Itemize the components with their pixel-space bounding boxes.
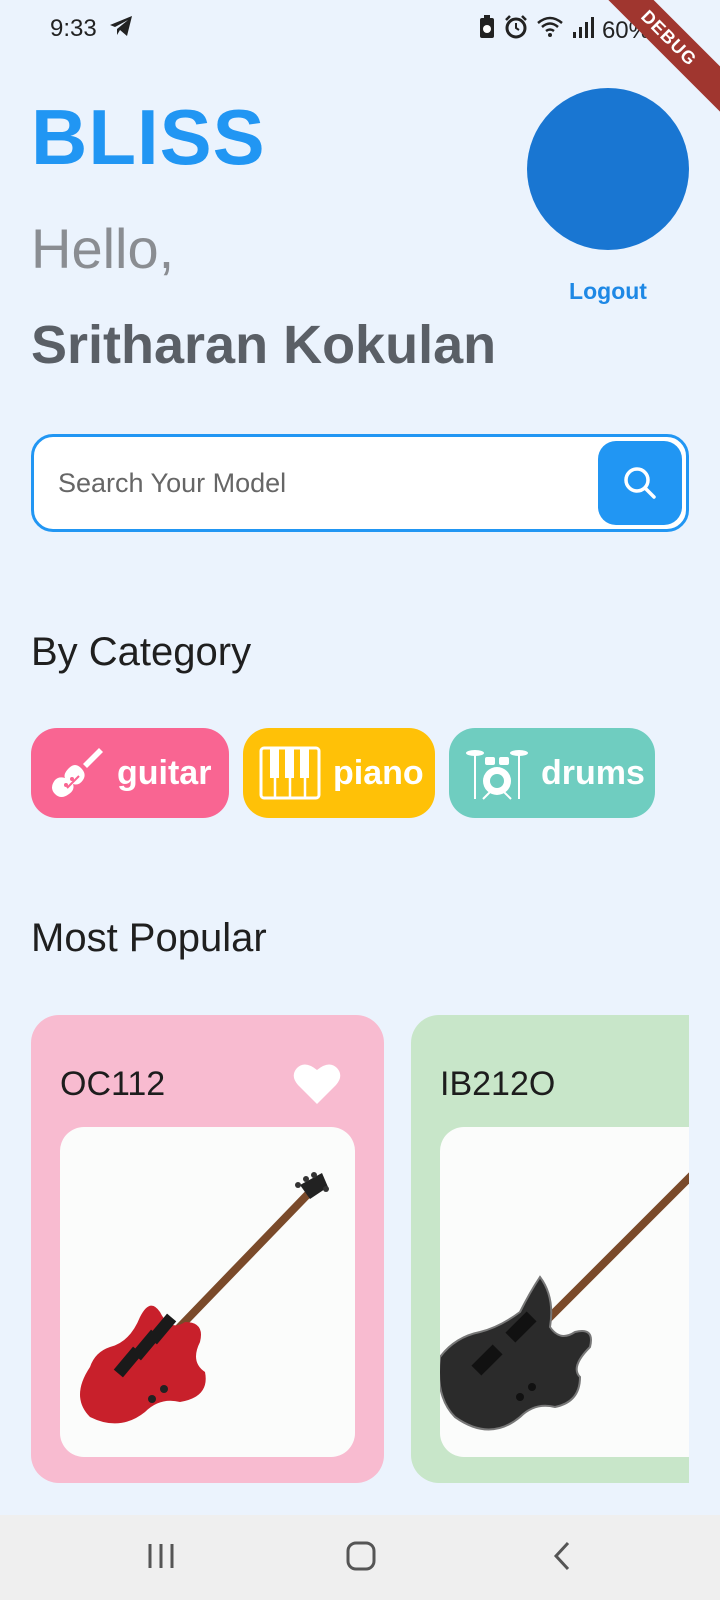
drums-icon <box>466 750 528 800</box>
alarm-icon <box>504 15 528 46</box>
heart-icon[interactable] <box>292 1060 342 1106</box>
search-box <box>31 434 689 532</box>
signal-icon <box>572 15 594 46</box>
search-icon <box>624 467 656 499</box>
popular-list: OC112 IB212O <box>31 1015 689 1485</box>
status-time: 9:33 <box>50 15 97 42</box>
app-brand: BLISS <box>31 93 266 181</box>
product-card[interactable]: OC112 <box>31 1015 384 1483</box>
logout-button[interactable]: Logout <box>527 278 689 305</box>
category-drums[interactable]: drums <box>449 728 655 818</box>
status-icons: 60% <box>478 15 650 46</box>
wifi-icon <box>536 15 564 46</box>
product-image <box>440 1127 689 1457</box>
status-bar: 9:33 60% <box>0 0 720 58</box>
category-guitar[interactable]: guitar <box>31 728 229 818</box>
recent-apps-button[interactable] <box>146 1541 176 1576</box>
popular-title: Most Popular <box>31 916 267 960</box>
home-button[interactable] <box>346 1541 376 1576</box>
piano-icon <box>259 746 321 800</box>
category-label: guitar <box>117 753 212 792</box>
category-label: drums <box>541 753 645 792</box>
user-name: Sritharan Kokulan <box>31 315 497 375</box>
product-image <box>60 1127 355 1457</box>
home-icon <box>346 1541 376 1571</box>
search-input[interactable] <box>58 461 578 505</box>
search-button[interactable] <box>598 441 682 525</box>
back-button[interactable] <box>550 1541 574 1576</box>
category-title: By Category <box>31 630 252 674</box>
battery-saver-icon <box>478 15 496 46</box>
greeting-text: Hello, <box>31 217 175 280</box>
system-nav-bar <box>0 1515 720 1600</box>
avatar[interactable] <box>527 88 689 250</box>
product-name: OC112 <box>60 1065 166 1103</box>
product-card[interactable]: IB212O <box>411 1015 689 1483</box>
category-label: piano <box>333 753 424 792</box>
telegram-icon <box>108 14 134 45</box>
guitar-icon <box>52 748 103 797</box>
category-list: guitar piano drums <box>31 728 655 818</box>
recent-apps-icon <box>148 1544 174 1568</box>
back-icon <box>553 1541 570 1571</box>
product-name: IB212O <box>440 1065 556 1103</box>
category-piano[interactable]: piano <box>243 728 435 818</box>
